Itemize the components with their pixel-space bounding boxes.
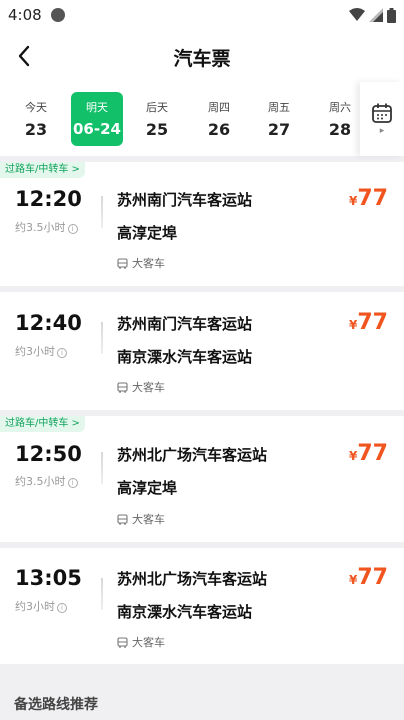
info-icon[interactable]: i bbox=[67, 478, 78, 488]
price: ¥77 bbox=[349, 565, 388, 590]
departure-time: 12:50 bbox=[15, 442, 82, 466]
trip-card[interactable]: 过路车/中转车 > 12:20 约3.5小时 i 苏州南门汽车客运站 高淳定埠 大… bbox=[0, 162, 404, 286]
date-item-friday[interactable]: 周五 27 bbox=[253, 92, 305, 146]
duration-text: 约3.5小时 bbox=[15, 221, 66, 234]
duration: 约3.5小时 i bbox=[15, 473, 78, 489]
wifi-icon bbox=[349, 8, 365, 21]
price: ¥77 bbox=[349, 186, 388, 211]
bus-icon bbox=[117, 636, 128, 648]
duration: 约3小时 i bbox=[15, 598, 67, 614]
status-time: 4:08 bbox=[8, 6, 42, 24]
route-line bbox=[101, 578, 103, 610]
bus-type: 大客车 bbox=[117, 255, 165, 271]
route-line bbox=[101, 196, 103, 228]
price-amount: 77 bbox=[357, 186, 388, 211]
date-item-today[interactable]: 今天 23 bbox=[10, 92, 62, 146]
arrival-station: 高淳定埠 bbox=[117, 479, 178, 497]
date-label: 今天 bbox=[25, 101, 47, 114]
info-icon[interactable]: i bbox=[57, 348, 67, 358]
status-icons bbox=[349, 6, 396, 24]
arrival-station: 南京溧水汽车客运站 bbox=[117, 348, 253, 366]
duration-text: 约3.5小时 bbox=[15, 475, 66, 488]
transfer-tag[interactable]: 过路车/中转车 > bbox=[0, 162, 85, 178]
date-num: 25 bbox=[145, 120, 169, 139]
departure-station: 苏州南门汽车客运站 bbox=[117, 315, 253, 333]
date-item-tomorrow[interactable]: 明天 06-24 bbox=[71, 92, 123, 146]
date-item-thursday[interactable]: 周四 26 bbox=[193, 92, 245, 146]
trip-card[interactable]: 过路车/中转车 > 12:50 约3.5小时 i 苏州北广场汽车客运站 高淳定埠 … bbox=[0, 416, 404, 542]
date-num: 27 bbox=[267, 120, 291, 139]
bus-icon bbox=[117, 257, 128, 269]
date-num: 23 bbox=[24, 120, 48, 139]
duration: 约3.5小时 i bbox=[15, 219, 78, 235]
date-label: 后天 bbox=[146, 101, 168, 114]
arrival-station: 南京溧水汽车客运站 bbox=[117, 603, 253, 621]
battery-icon bbox=[387, 7, 396, 23]
price-amount: 77 bbox=[357, 441, 388, 466]
calendar-icon bbox=[372, 103, 392, 123]
date-num: 26 bbox=[207, 120, 231, 139]
bus-type-text: 大客车 bbox=[132, 381, 165, 394]
arrival-station: 高淳定埠 bbox=[117, 224, 178, 242]
bus-type-text: 大客车 bbox=[132, 636, 165, 649]
page-title: 汽车票 bbox=[173, 48, 231, 70]
bus-type-text: 大客车 bbox=[132, 257, 165, 270]
bus-type-text: 大客车 bbox=[132, 513, 165, 526]
price-amount: 77 bbox=[357, 310, 388, 335]
date-strip: 今天 23 明天 06-24 后天 25 周四 26 周五 27 周六 28 ▸ bbox=[0, 82, 404, 156]
info-icon[interactable]: i bbox=[57, 603, 67, 613]
date-label: 周六 bbox=[329, 101, 351, 114]
signal-icon bbox=[369, 8, 383, 22]
trip-card[interactable]: 12:40 约3小时 i 苏州南门汽车客运站 南京溧水汽车客运站 大客车 ¥77 bbox=[0, 292, 404, 410]
departure-station: 苏州南门汽车客运站 bbox=[117, 191, 253, 209]
departure-station: 苏州北广场汽车客运站 bbox=[117, 446, 268, 464]
transfer-tag[interactable]: 过路车/中转车 > bbox=[0, 416, 85, 432]
departure-time: 12:20 bbox=[15, 187, 82, 211]
price-amount: 77 bbox=[357, 565, 388, 590]
date-label: 明天 bbox=[86, 101, 108, 114]
route-line bbox=[101, 452, 103, 484]
header: 汽车票 bbox=[0, 30, 404, 82]
price: ¥77 bbox=[349, 310, 388, 335]
status-bar: 4:08 bbox=[0, 0, 404, 30]
bus-icon bbox=[117, 513, 128, 525]
date-label: 周四 bbox=[208, 101, 230, 114]
info-icon[interactable]: i bbox=[67, 224, 78, 234]
date-num: 06-24 bbox=[73, 120, 121, 138]
departure-time: 13:05 bbox=[15, 566, 82, 590]
bus-type: 大客车 bbox=[117, 511, 165, 527]
bus-icon bbox=[117, 381, 128, 393]
bus-type: 大客车 bbox=[117, 634, 165, 650]
calendar-button[interactable]: ▸ bbox=[360, 82, 404, 156]
date-item-day-after[interactable]: 后天 25 bbox=[131, 92, 183, 146]
caret-right-icon: ▸ bbox=[379, 126, 385, 136]
duration-text: 约3小时 bbox=[15, 345, 55, 358]
departure-station: 苏州北广场汽车客运站 bbox=[117, 570, 268, 588]
duration-text: 约3小时 bbox=[15, 600, 55, 613]
date-num: 28 bbox=[328, 120, 352, 139]
recommend-section: 备选路线推荐 bbox=[0, 670, 404, 720]
price: ¥77 bbox=[349, 441, 388, 466]
bus-type: 大客车 bbox=[117, 379, 165, 395]
departure-time: 12:40 bbox=[15, 311, 82, 335]
trip-card[interactable]: 13:05 约3小时 i 苏州北广场汽车客运站 南京溧水汽车客运站 大客车 ¥77 bbox=[0, 548, 404, 664]
date-label: 周五 bbox=[268, 101, 290, 114]
date-item-saturday[interactable]: 周六 28 bbox=[314, 92, 366, 146]
route-line bbox=[101, 322, 103, 354]
notification-dot-icon bbox=[51, 8, 65, 22]
recommend-title: 备选路线推荐 bbox=[14, 697, 98, 713]
duration: 约3小时 i bbox=[15, 343, 67, 359]
